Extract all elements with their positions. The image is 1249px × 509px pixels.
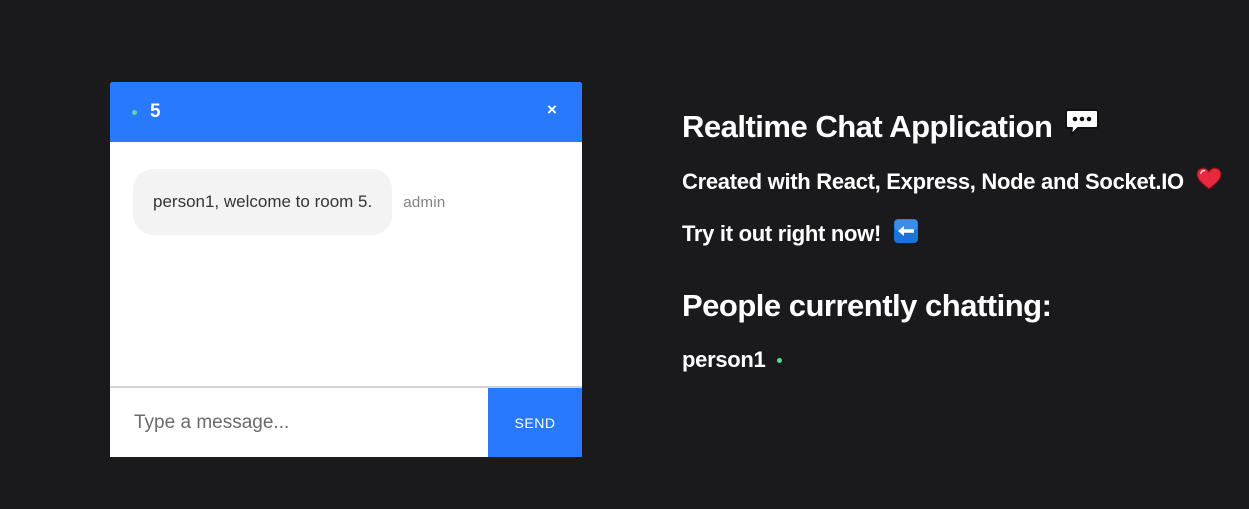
- created-with-text: Created with React, Express, Node and So…: [682, 169, 1184, 194]
- online-status-icon: [777, 357, 783, 363]
- message-bubble: person1, welcome to room 5.: [133, 169, 393, 235]
- send-button[interactable]: SEND: [488, 388, 582, 457]
- app-title: Realtime Chat Application: [682, 109, 1053, 144]
- heart-icon: [1196, 167, 1222, 197]
- message-sender: admin: [403, 193, 446, 211]
- message-input[interactable]: [110, 388, 488, 457]
- try-it-text: Try it out right now!: [682, 221, 882, 246]
- online-status-icon: [132, 109, 137, 115]
- speech-balloon-icon: [1064, 108, 1100, 146]
- user-name: person1: [682, 347, 766, 372]
- user-list-item: person1: [682, 343, 1222, 377]
- try-it-line: Try it out right now!: [682, 218, 1222, 250]
- info-panel: Realtime Chat Application Created with R…: [682, 108, 1222, 377]
- close-icon[interactable]: ×: [545, 101, 559, 118]
- messages-panel[interactable]: person1, welcome to room 5. admin: [110, 142, 582, 388]
- room-name: 5: [150, 101, 161, 122]
- message-form: SEND: [110, 388, 582, 457]
- app-root: 5 × person1, welcome to room 5. admin SE…: [0, 0, 1249, 509]
- left-arrow-icon: [893, 218, 919, 250]
- chat-header: 5 ×: [110, 82, 582, 142]
- chat-window: 5 × person1, welcome to room 5. admin SE…: [110, 82, 582, 457]
- app-title-line: Realtime Chat Application: [682, 108, 1222, 146]
- people-title: People currently chatting:: [682, 288, 1052, 323]
- created-with-line: Created with React, Express, Node and So…: [682, 166, 1222, 198]
- message-item: person1, welcome to room 5. admin: [133, 169, 446, 235]
